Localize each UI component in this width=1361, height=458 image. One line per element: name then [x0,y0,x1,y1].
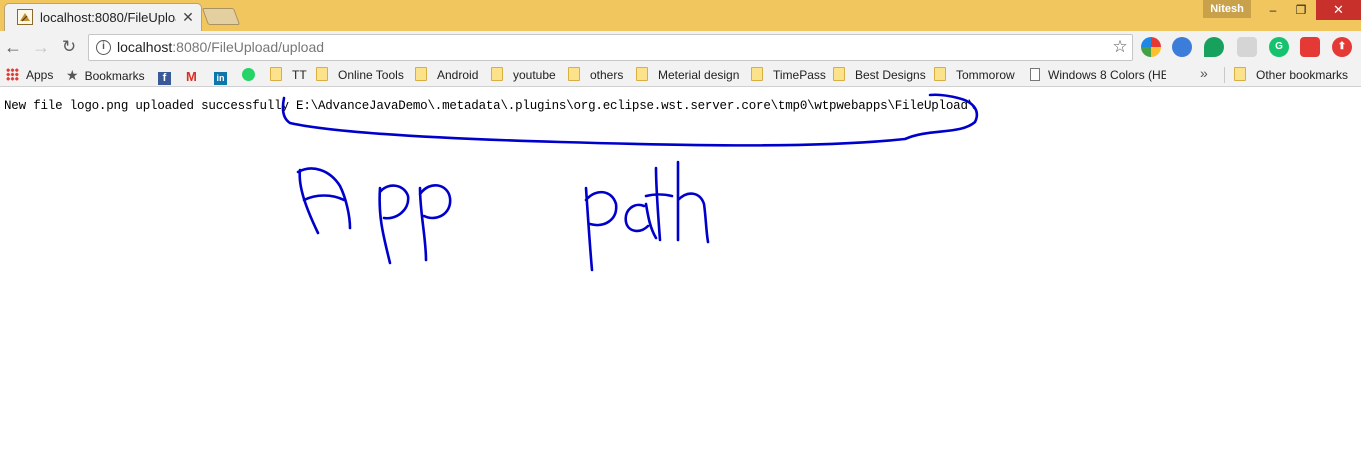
close-window-button[interactable]: ✕ [1316,0,1361,20]
folder-icon [415,67,427,81]
bookmark-label: youtube [513,68,556,82]
bookmark-facebook[interactable]: f [158,66,171,85]
folder-icon [636,67,648,81]
folder-icon [751,67,763,81]
bookmark-label: Android [437,68,479,82]
handwriting-letter-p1-stroke [378,184,410,265]
bookmark-label: TimePass [773,68,826,82]
tab-title: localhost:8080/FileUpload/upload [40,10,176,25]
forward-button[interactable]: → [30,36,52,58]
bookmark-label: Bookmarks [84,69,145,83]
profile-button[interactable]: Nitesh [1203,0,1251,18]
underline-brace-stroke [281,93,979,147]
bookmark-label: Best Designs [855,68,926,82]
gray-extension-icon[interactable] [1237,37,1257,57]
info-icon[interactable]: i [96,40,111,55]
bookmark-apps[interactable]: Apps [6,66,53,84]
bookmark-folder-tt[interactable]: TT [270,66,307,84]
bookmark-folder-timepass[interactable]: TimePass [751,66,826,84]
browser-tab[interactable]: localhost:8080/FileUpload/upload ✕ [4,3,202,31]
reload-button[interactable]: ↻ [58,36,80,58]
star-icon: ★ [66,67,79,83]
linkedin-icon: in [214,72,227,85]
bookmark-folder-best-designs[interactable]: Best Designs [833,66,926,84]
bookmark-folder-youtube[interactable]: youtube [491,66,556,84]
bookmark-windows-8-colors[interactable]: Windows 8 Colors (HE [1030,66,1166,84]
bookmark-label: Apps [26,68,54,82]
address-bar[interactable]: i localhost:8080/FileUpload/upload ☆ [88,34,1133,61]
bookmark-label: Online Tools [338,68,404,82]
folder-icon [568,67,580,81]
handwriting-letter-h-stroke [676,160,710,244]
new-tab-button[interactable] [201,8,241,25]
handwritten-annotation [281,93,979,272]
browser-toolbar: ← → ↻ i localhost:8080/FileUpload/upload… [0,31,1361,63]
bookmark-bookmarks[interactable]: ★ Bookmarks [66,66,145,84]
document-icon [1030,68,1040,81]
bookmark-folder-android[interactable]: Android [415,66,478,84]
tab-close-icon[interactable]: ✕ [181,9,195,25]
folder-icon [316,67,328,81]
folder-icon [833,67,845,81]
url-text[interactable]: localhost:8080/FileUpload/upload [117,39,324,55]
bookmarks-bar: Apps ★ Bookmarks f M in TT Online Tools A… [0,63,1361,87]
bookmark-label: Windows 8 Colors (HE [1048,68,1166,82]
folder-icon [934,67,946,81]
handwriting-letter-p2-stroke [418,184,452,262]
favicon-icon [17,9,33,25]
bookmark-other-bookmarks[interactable]: Other bookmarks [1234,66,1348,84]
back-button[interactable]: ← [2,36,24,58]
gmail-icon: M [186,69,197,84]
handwriting-letter-p3-stroke [584,186,618,272]
bookmark-linkedin[interactable]: in [214,66,227,85]
apps-icon [6,68,19,81]
bookmark-label: Meterial design [658,68,740,82]
bookmark-gmail[interactable]: M [186,66,199,84]
globe-extension-icon[interactable] [1172,37,1192,57]
minimize-button[interactable]: – [1258,0,1288,20]
url-host: localhost [117,39,173,55]
facebook-icon: f [158,72,171,85]
shield-extension-icon[interactable] [1300,37,1320,57]
red-extension-icon[interactable]: ⬆ [1332,37,1352,57]
handwriting-letter-t-stroke [644,166,674,242]
bookmark-label: Tommorow [956,68,1015,82]
bookmark-folder-online-tools[interactable]: Online Tools [316,66,404,84]
handwriting-letter-a2-stroke [624,202,658,240]
url-path: :8080/FileUpload/upload [172,39,325,55]
bookmark-label: TT [292,68,307,82]
color-picker-extension-icon[interactable] [1141,37,1161,57]
handwriting-letter-a-stroke [296,167,352,235]
bookmarks-divider [1224,67,1225,83]
bookmark-folder-others[interactable]: others [568,66,623,84]
bookmark-folder-meterial-design[interactable]: Meterial design [636,66,739,84]
folder-icon [491,67,503,81]
bookmark-label: others [590,68,624,82]
folder-icon [270,67,282,81]
tab-strip: localhost:8080/FileUpload/upload ✕ Nites… [0,0,1361,31]
bookmark-label: Other bookmarks [1256,68,1349,82]
whatsapp-icon [242,68,255,81]
chrome-menu-icon[interactable]: ⋮ [1355,33,1361,57]
bookmarks-overflow-button[interactable]: » [1200,65,1208,81]
bookmark-whatsapp[interactable] [242,66,255,84]
maximize-button[interactable]: ❐ [1286,0,1316,20]
grammarly-extension-icon[interactable]: G [1269,37,1289,57]
folder-icon [1234,67,1246,81]
page-content: New file logo.png uploaded successfully … [0,88,1361,458]
hangouts-extension-icon[interactable] [1204,37,1224,57]
bookmark-star-icon[interactable]: ☆ [1109,36,1131,58]
bookmark-folder-tommorow[interactable]: Tommorow [934,66,1015,84]
